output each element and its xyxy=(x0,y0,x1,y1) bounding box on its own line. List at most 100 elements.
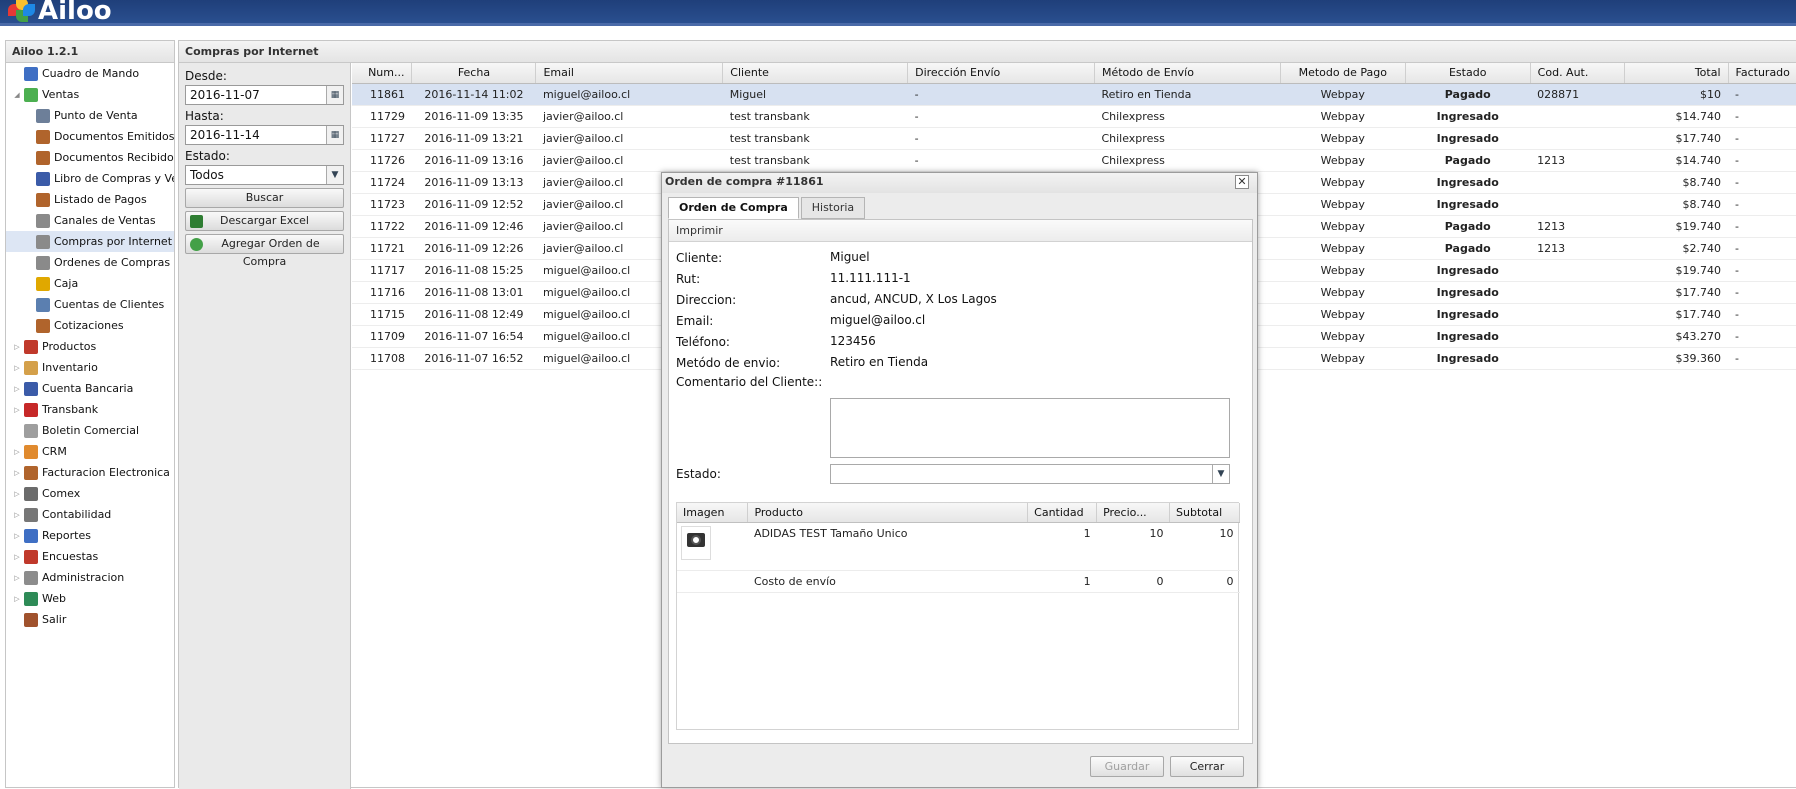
bank-document-icon xyxy=(24,381,38,396)
sidebar-item-crm[interactable]: ▷ CRM xyxy=(6,441,174,462)
table-row[interactable]: 11861 2016-11-14 11:02 miguel@ailoo.cl Migu… xyxy=(352,83,1796,106)
descargar-excel-button[interactable]: Descargar Excel xyxy=(185,211,344,231)
cerrar-button[interactable]: Cerrar xyxy=(1170,756,1244,777)
column-header[interactable]: Facturado xyxy=(1728,63,1796,84)
table-cell xyxy=(1530,171,1625,194)
hasta-date-input[interactable]: 2016-11-14 ▦ xyxy=(185,125,344,145)
sidebar-item-productos[interactable]: ▷ Productos xyxy=(6,336,174,357)
tab-orden-de-compra[interactable]: Orden de Compra xyxy=(668,197,799,219)
column-header[interactable]: Fecha xyxy=(411,63,537,84)
buscar-button[interactable]: Buscar xyxy=(185,188,344,208)
table-cell: test transbank xyxy=(722,105,908,128)
sidebar-item-cuentas-de-clientes[interactable]: Cuentas de Clientes xyxy=(6,294,174,315)
bar-chart-icon xyxy=(24,528,38,543)
sidebar-item-boletin-comercial[interactable]: Boletin Comercial xyxy=(6,420,174,441)
product-column-header[interactable]: Cantidad xyxy=(1027,503,1098,523)
column-header[interactable]: Num... xyxy=(352,63,413,84)
table-cell: Chilexpress xyxy=(1094,105,1281,128)
sidebar-item-documentos-recibidos[interactable]: Documentos Recibidos xyxy=(6,147,174,168)
table-cell: Retiro en Tienda xyxy=(1094,83,1281,106)
sidebar-item-ventas[interactable]: ◢ Ventas xyxy=(6,84,174,105)
product-column-header[interactable]: Subtotal xyxy=(1169,503,1240,523)
table-row[interactable]: 11727 2016-11-09 13:21 javier@ailoo.cl test… xyxy=(352,127,1796,150)
sidebar-item-administracion[interactable]: ▷ Administracion xyxy=(6,567,174,588)
expand-toggle-icon[interactable]: ▷ xyxy=(12,511,22,519)
expand-toggle-icon[interactable]: ▷ xyxy=(12,385,22,393)
sidebar-item-libro-de-compras-y-ventas[interactable]: Libro de Compras y Ventas xyxy=(6,168,174,189)
imprimir-button[interactable]: Imprimir xyxy=(669,220,1252,242)
expand-toggle-icon[interactable]: ▷ xyxy=(12,490,22,498)
product-column-header[interactable]: Producto xyxy=(747,503,1029,523)
sidebar-item-salir[interactable]: Salir xyxy=(6,609,174,630)
expand-toggle-icon[interactable]: ▷ xyxy=(12,364,22,372)
expand-toggle-icon[interactable]: ▷ xyxy=(12,343,22,351)
product-column-header[interactable]: Imagen xyxy=(677,503,749,523)
table-cell: - xyxy=(1728,83,1796,106)
sidebar-item-label: Comex xyxy=(42,487,81,500)
table-cell: Webpay xyxy=(1280,193,1406,216)
table-cell: - xyxy=(907,127,1095,150)
estado-select[interactable]: Todos ▼ xyxy=(185,165,344,185)
sidebar-item-canales-de-ventas[interactable]: Canales de Ventas xyxy=(6,210,174,231)
comentario-label: Comentario del Cliente:: xyxy=(676,375,823,389)
column-header[interactable]: Cod. Aut. xyxy=(1530,63,1625,84)
sidebar-item-comex[interactable]: ▷ Comex xyxy=(6,483,174,504)
column-header[interactable]: Método de Envío xyxy=(1094,63,1281,84)
calendar-icon[interactable]: ▦ xyxy=(326,86,343,104)
column-header[interactable]: Dirección Envío xyxy=(907,63,1095,84)
sidebar-item-cotizaciones[interactable]: Cotizaciones xyxy=(6,315,174,336)
table-row[interactable]: 11726 2016-11-09 13:16 javier@ailoo.cl test… xyxy=(352,149,1796,172)
tab-historia[interactable]: Historia xyxy=(800,197,866,219)
sidebar-item-contabilidad[interactable]: ▷ Contabilidad xyxy=(6,504,174,525)
sidebar-item-inventario[interactable]: ▷ Inventario xyxy=(6,357,174,378)
id-card-icon xyxy=(36,297,50,312)
expand-toggle-icon[interactable]: ◢ xyxy=(12,91,22,99)
expand-toggle-icon[interactable]: ▷ xyxy=(12,532,22,540)
comentario-textarea[interactable] xyxy=(830,398,1230,458)
sidebar-item-cuenta-bancaria[interactable]: ▷ Cuenta Bancaria xyxy=(6,378,174,399)
close-icon[interactable]: ✕ xyxy=(1235,175,1249,189)
guardar-button[interactable]: Guardar xyxy=(1090,756,1164,777)
sidebar-item-ordenes-de-compras[interactable]: Ordenes de Compras xyxy=(6,252,174,273)
sidebar-item-punto-de-venta[interactable]: Punto de Venta xyxy=(6,105,174,126)
estado-dropdown[interactable]: ▼ xyxy=(830,464,1230,484)
sidebar-item-label: Encuestas xyxy=(42,550,99,563)
table-cell: - xyxy=(1728,259,1796,282)
sidebar-item-cuadro-de-mando[interactable]: Cuadro de Mando xyxy=(6,63,174,84)
expand-toggle-icon[interactable]: ▷ xyxy=(12,406,22,414)
sidebar-item-transbank[interactable]: ▷ Transbank xyxy=(6,399,174,420)
sidebar-item-encuestas[interactable]: ▷ Encuestas xyxy=(6,546,174,567)
column-header[interactable]: Total xyxy=(1624,63,1729,84)
column-header[interactable]: Email xyxy=(535,63,724,84)
calendar-icon[interactable]: ▦ xyxy=(326,126,343,144)
table-row[interactable]: 11729 2016-11-09 13:35 javier@ailoo.cl test… xyxy=(352,105,1796,128)
chevron-down-icon[interactable]: ▼ xyxy=(326,166,343,184)
sidebar-item-caja[interactable]: Caja xyxy=(6,273,174,294)
expand-toggle-icon[interactable]: ▷ xyxy=(12,574,22,582)
field-label: Rut: xyxy=(676,272,701,286)
expand-toggle-icon[interactable]: ▷ xyxy=(12,448,22,456)
sidebar-item-label: Transbank xyxy=(42,403,99,416)
expand-toggle-icon[interactable]: ▷ xyxy=(12,469,22,477)
product-row[interactable]: Costo de envío 1 0 0 xyxy=(677,570,1240,593)
desde-date-input[interactable]: 2016-11-07 ▦ xyxy=(185,85,344,105)
sidebar-item-facturacion-electronica[interactable]: ▷ Facturacion Electronica xyxy=(6,462,174,483)
cart-icon xyxy=(36,213,50,228)
add-icon xyxy=(190,238,203,251)
column-header[interactable]: Cliente xyxy=(722,63,909,84)
product-column-header[interactable]: Precio... xyxy=(1096,503,1171,523)
table-cell: Webpay xyxy=(1280,303,1406,326)
sidebar-item-reportes[interactable]: ▷ Reportes xyxy=(6,525,174,546)
column-header[interactable]: Metodo de Pago xyxy=(1280,63,1406,84)
expand-toggle-icon[interactable]: ▷ xyxy=(12,553,22,561)
chevron-down-icon[interactable]: ▼ xyxy=(1212,465,1229,483)
sidebar-item-listado-de-pagos[interactable]: Listado de Pagos xyxy=(6,189,174,210)
sidebar-item-documentos-emitidos[interactable]: Documentos Emitidos xyxy=(6,126,174,147)
expand-toggle-icon[interactable]: ▷ xyxy=(12,595,22,603)
field-label: Cliente: xyxy=(676,251,723,265)
product-row[interactable]: ADIDAS TEST Tamaño Unico 1 10 10 xyxy=(677,522,1240,571)
column-header[interactable]: Estado xyxy=(1405,63,1531,84)
sidebar-item-compras-por-internet[interactable]: Compras por Internet xyxy=(6,231,174,252)
agregar-orden-button[interactable]: Agregar Orden de Compra xyxy=(185,234,344,268)
sidebar-item-web[interactable]: ▷ Web xyxy=(6,588,174,609)
